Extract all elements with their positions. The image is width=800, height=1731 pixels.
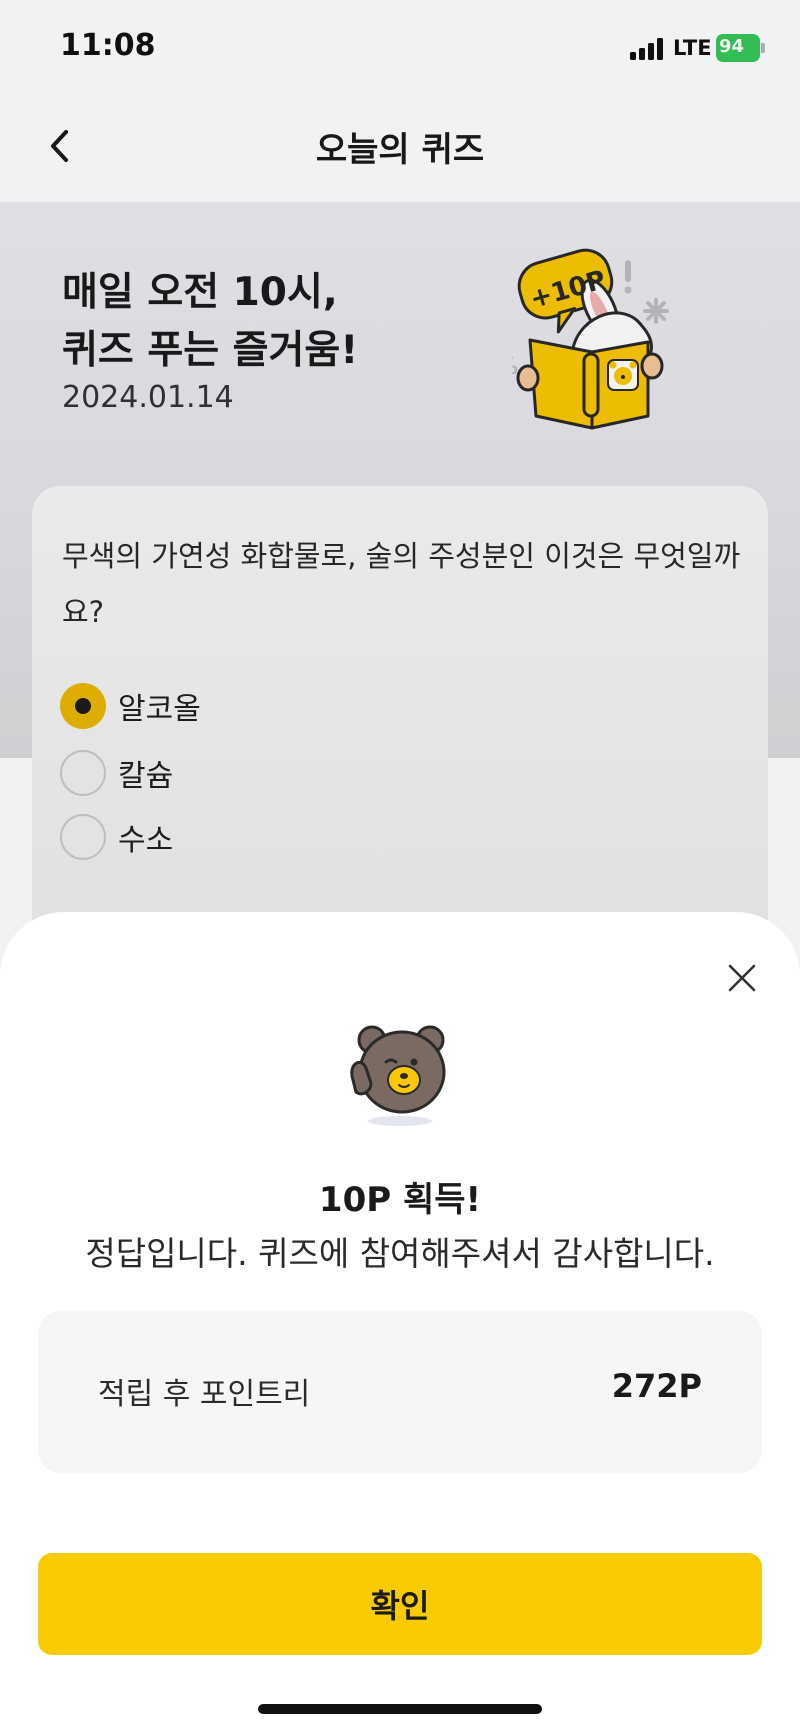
points-summary: 적립 후 포인트리 272P xyxy=(38,1311,762,1473)
points-label: 적립 후 포인트리 xyxy=(98,1377,311,1412)
close-button[interactable] xyxy=(720,956,764,1000)
bear-thumbs-up-icon xyxy=(350,1025,446,1126)
home-indicator xyxy=(258,1704,542,1714)
reward-title: 10P 획득! xyxy=(318,1180,482,1220)
confirm-button-label: 확인 xyxy=(370,1587,430,1625)
close-icon xyxy=(728,964,756,992)
reward-message: 정답입니다. 퀴즈에 참여해주셔서 감사합니다. xyxy=(85,1234,715,1273)
confirm-button[interactable]: 확인 xyxy=(38,1553,762,1655)
points-value: 272P xyxy=(611,1367,702,1405)
